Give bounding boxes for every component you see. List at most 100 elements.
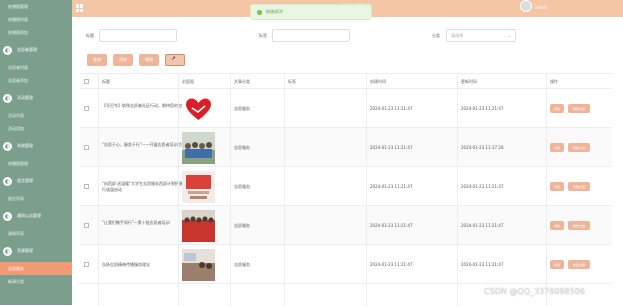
grid-menu-icon[interactable] (76, 4, 84, 12)
category-placeholder: 请选择 (451, 32, 463, 38)
detail-button[interactable]: 详情 (550, 260, 564, 269)
sidebar-item-label: 轮播图添加 (8, 29, 28, 35)
sidebar-group[interactable]: ◐ 留言管理 (0, 170, 72, 192)
menu-circle-icon: ◐ (3, 141, 12, 151)
column-divider (178, 74, 179, 306)
column-header[interactable]: 创建时间 (370, 79, 386, 85)
sidebar-item-label: 轮播图管理 (8, 160, 28, 166)
category-select[interactable]: 请选择 ⌄ (446, 29, 516, 42)
column-header[interactable]: 文章分类 (234, 79, 250, 85)
column-divider (546, 74, 547, 306)
column-header[interactable]: 更新时间 (461, 79, 477, 85)
detail-button[interactable]: 详情 (550, 104, 564, 113)
row-title: "向西部 送温暖"大学生志愿服务西部计划招募进行该届启动 (102, 181, 187, 192)
edit-button[interactable]: 修改文章 (568, 182, 590, 191)
column-divider (98, 74, 99, 306)
row-checkbox[interactable] (84, 106, 89, 111)
edit-button[interactable]: 修改文章 (568, 104, 590, 113)
sidebar-item-label: 志愿者添加 (8, 77, 28, 83)
tag-input[interactable] (272, 29, 350, 42)
row-category: 志愿服务 (234, 184, 250, 189)
row-created: 2024-01-23 11:21:47 (370, 106, 413, 111)
poster-thumbnail (182, 171, 215, 203)
column-divider (284, 74, 285, 306)
sidebar-item-label: 新闻分类 (8, 278, 24, 284)
sidebar-group-label: 通知公告管理 (17, 213, 41, 218)
row-created: 2024-01-23 11:21:47 (370, 145, 413, 150)
sidebar-group[interactable]: ◐ 志愿者管理 (0, 39, 72, 61)
username[interactable]: admin (535, 5, 548, 10)
category-label: 分类 (432, 33, 440, 38)
table-row: 【号召令】助残志愿者社区行动，期待您的加入! 志愿服务 2024-01-23 1… (80, 89, 612, 128)
sidebar-item-label: 志愿者列表 (8, 64, 28, 70)
sidebar-item[interactable]: 留言列表 (0, 192, 72, 205)
sidebar-group-label: 资源管理 (17, 248, 33, 253)
sidebar-item-label: 轮播图管理 (8, 3, 28, 9)
edit-button[interactable]: 修改文章 (568, 221, 590, 230)
sidebar-item[interactable]: 志愿者列表 (0, 61, 72, 74)
table-row: "让我们携手同行"—第十批志愿者培训 志愿服务 2024-01-23 11:21… (80, 206, 612, 245)
row-created: 2024-01-23 11:21:47 (370, 184, 413, 189)
menu-circle-icon: ◐ (3, 246, 12, 256)
sidebar-group[interactable]: ◐ 系统管理 (0, 135, 72, 157)
sidebar-item[interactable]: 活动列表 (0, 109, 72, 122)
row-title: "志愿于心，服务于行"——开展志愿者培训活动 (102, 142, 186, 147)
sidebar-item[interactable]: 轮播图管理 (0, 157, 72, 170)
sidebar-item[interactable]: 轮播图添加 (0, 26, 72, 39)
table-row: 弘扬志愿精神传播服务理念 志愿服务 2024-01-23 11:21:47 20… (80, 245, 612, 284)
row-category: 志愿服务 (234, 106, 250, 111)
toast-message: 修改成功! (266, 9, 284, 14)
sidebar-item-active[interactable]: 志愿服务 (0, 262, 72, 275)
search-button[interactable]: 查询 (87, 54, 107, 66)
row-updated: 2024-01-23 11:21:47 (461, 106, 504, 111)
row-category: 志愿服务 (234, 145, 250, 150)
sidebar-item-label: 通知列表 (8, 230, 24, 236)
row-updated: 2024-01-23 11:21:47 (461, 223, 504, 228)
column-divider (366, 74, 367, 306)
heart-hands-thumbnail (182, 93, 215, 125)
sidebar-item[interactable]: 新闻分类 (0, 275, 72, 288)
row-category: 志愿服务 (234, 262, 250, 267)
select-all-checkbox[interactable] (84, 79, 89, 84)
sidebar-item-label: 活动列表 (8, 112, 24, 118)
sidebar-item[interactable]: 通知列表 (0, 227, 72, 240)
sidebar-group[interactable]: ◐ 活动管理 (0, 87, 72, 109)
detail-button[interactable]: 详情 (550, 143, 564, 152)
row-created: 2024-01-23 11:21:47 (370, 223, 413, 228)
edit-button[interactable]: 修改文章 (568, 143, 590, 152)
detail-button[interactable]: 详情 (550, 221, 564, 230)
edit-button[interactable]: 修改文章 (568, 260, 590, 269)
sidebar-group[interactable]: ◐ 资源管理 (0, 240, 72, 262)
sidebar-item[interactable]: 轮播图列表 (0, 13, 72, 26)
row-checkbox[interactable] (84, 184, 89, 189)
sidebar-item[interactable]: 活动添加 (0, 122, 72, 135)
article-table: 标题 封面图 文章分类 标签 创建时间 更新时间 操作 【号召令】助残志愿者社区… (80, 73, 612, 306)
sidebar-item-label: 志愿服务 (8, 265, 24, 271)
sidebar-item[interactable]: 志愿者添加 (0, 74, 72, 87)
row-checkbox[interactable] (84, 145, 89, 150)
sidebar-group-label: 留言管理 (17, 178, 33, 183)
sidebar-item[interactable]: 轮播图管理 (0, 0, 72, 13)
menu-circle-icon: ◐ (3, 176, 12, 186)
mouse-cursor-icon: ➚ (171, 55, 177, 62)
sidebar-group[interactable]: ◐ 通知公告管理 (0, 205, 72, 227)
column-header[interactable]: 标题 (102, 79, 110, 85)
row-checkbox[interactable] (84, 262, 89, 267)
add-button[interactable]: 添加 (113, 54, 133, 66)
row-updated: 2024-01-23 11:37:28 (461, 145, 504, 150)
sidebar-item-label: 轮播图列表 (8, 16, 28, 22)
menu-circle-icon: ◐ (3, 211, 12, 221)
delete-button[interactable]: 删除 (139, 54, 159, 66)
watermark: CSDN @QQ_3376098506 (484, 287, 585, 296)
detail-button[interactable]: 详情 (550, 182, 564, 191)
title-input[interactable] (99, 29, 177, 42)
column-header: 操作 (550, 79, 558, 84)
row-checkbox[interactable] (84, 223, 89, 228)
sidebar-group-label: 系统管理 (17, 143, 33, 148)
avatar[interactable] (520, 0, 532, 12)
main-content: 标题 标签 分类 请选择 ⌄ 查询 添加 删除 ➚ 标题 封面图 文章分类 标签… (72, 17, 623, 306)
row-updated: 2024-01-23 11:21:47 (461, 262, 504, 267)
column-header: 封面图 (182, 79, 194, 84)
table-header: 标题 封面图 文章分类 标签 创建时间 更新时间 操作 (80, 74, 612, 89)
menu-circle-icon: ◐ (3, 45, 12, 55)
